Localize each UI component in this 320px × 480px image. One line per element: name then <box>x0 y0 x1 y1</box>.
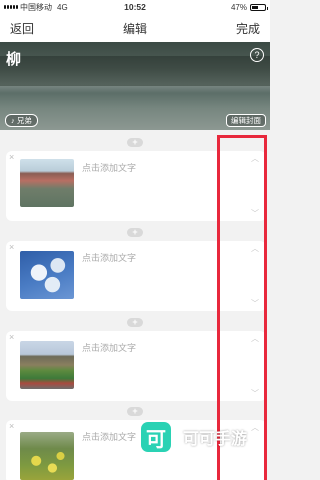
chevron-up-icon[interactable]: ︿ <box>250 245 260 253</box>
help-icon[interactable]: ? <box>250 48 264 62</box>
chevron-up-icon[interactable]: ︿ <box>250 155 260 163</box>
chevron-down-icon[interactable]: ﹀ <box>250 390 260 398</box>
add-item-button[interactable]: + <box>127 407 143 416</box>
edit-cover-button[interactable]: 编辑封面 <box>226 114 266 127</box>
photo-thumbnail[interactable] <box>20 432 74 480</box>
add-item-button[interactable]: + <box>127 228 143 237</box>
carrier-label: 中国移动 <box>20 2 52 12</box>
page-title: 编辑 <box>122 21 147 36</box>
add-text-prompt[interactable]: 点击添加文字 <box>82 430 136 443</box>
cover-treeline <box>0 56 270 86</box>
chevron-down-icon[interactable]: ﹀ <box>250 300 260 308</box>
photo-card[interactable]: × 点击添加文字 ︿ ﹀ <box>6 151 266 221</box>
add-text-prompt[interactable]: 点击添加文字 <box>82 251 136 264</box>
photo-thumbnail[interactable] <box>20 341 74 389</box>
photo-card[interactable]: × 点击添加文字 ︿ ﹀ <box>6 241 266 311</box>
done-button[interactable]: 完成 <box>236 20 260 37</box>
chevron-up-icon[interactable]: ︿ <box>250 335 260 343</box>
battery-percent: 47% <box>230 2 247 12</box>
music-button[interactable]: ♪ 兄弟 <box>5 114 38 127</box>
back-button[interactable]: 返回 <box>10 20 34 37</box>
close-icon[interactable]: × <box>9 243 14 252</box>
watermark-text: 可可手游 <box>183 431 248 448</box>
watermark-logo: 可 <box>141 422 171 452</box>
photo-thumbnail[interactable] <box>20 159 74 207</box>
chevron-down-icon[interactable]: ﹀ <box>250 210 260 218</box>
cover-image[interactable]: 柳 ? ♪ 兄弟 编辑封面 <box>0 42 270 130</box>
album-title[interactable]: 柳 <box>6 48 21 69</box>
close-icon[interactable]: × <box>9 153 14 162</box>
close-icon[interactable]: × <box>9 333 14 342</box>
network-label: 4G <box>57 2 68 12</box>
close-icon[interactable]: × <box>9 422 14 431</box>
add-text-prompt[interactable]: 点击添加文字 <box>82 161 136 174</box>
chevron-up-icon[interactable]: ︿ <box>250 424 260 432</box>
add-text-prompt[interactable]: 点击添加文字 <box>82 341 136 354</box>
status-bar: 中国移动 4G 10:52 47% <box>0 0 270 14</box>
add-item-button[interactable]: + <box>127 318 143 327</box>
add-item-button[interactable]: + <box>127 138 143 147</box>
nav-bar: 返回 编辑 完成 <box>0 14 270 42</box>
battery-icon <box>250 3 268 11</box>
status-time: 10:52 <box>124 2 146 12</box>
watermark: 可 可可手游 <box>141 422 247 452</box>
photo-thumbnail[interactable] <box>20 251 74 299</box>
battery-fill <box>252 5 258 9</box>
photo-card[interactable]: × 点击添加文字 ︿ ﹀ <box>6 331 266 401</box>
signal-icon <box>4 5 18 9</box>
